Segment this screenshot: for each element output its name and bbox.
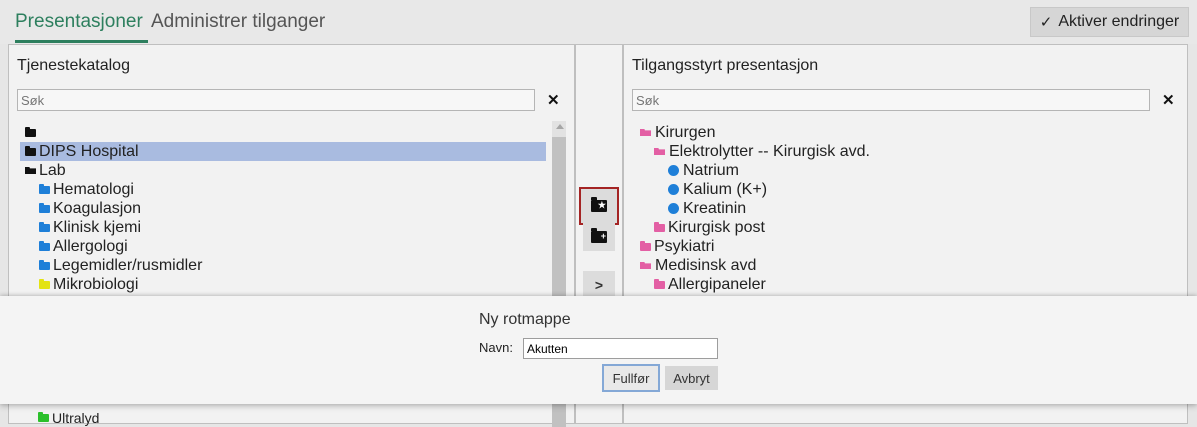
finish-button[interactable]: Fullfør — [602, 364, 660, 392]
access-controlled-search-input[interactable] — [632, 89, 1150, 111]
service-catalog-search-input[interactable] — [17, 89, 535, 111]
dialog-title: Ny rotmappe — [479, 311, 571, 328]
tree-item-root[interactable] — [25, 123, 39, 142]
check-icon: ✓ — [1039, 14, 1053, 31]
folder-icon — [39, 240, 50, 251]
test-dot-icon — [668, 165, 679, 176]
folder-icon — [39, 259, 50, 270]
folder-icon — [25, 145, 36, 156]
clear-search-icon[interactable]: ✕ — [547, 91, 560, 109]
tree-item-hematologi[interactable]: Hematologi — [39, 180, 134, 199]
activate-changes-button[interactable]: ✓ Aktiver endringer — [1030, 7, 1189, 37]
tree-item-legemidler[interactable]: Legemidler/rusmidler — [39, 256, 202, 275]
folder-icon — [39, 183, 50, 194]
tab-administrer-tilganger[interactable]: Administrer tilganger — [151, 11, 325, 33]
tree-item-dips-hospital[interactable]: DIPS Hospital — [20, 142, 546, 161]
folder-icon — [39, 221, 50, 232]
access-controlled-title: Tilgangsstyrt presentasjon — [632, 57, 819, 74]
cancel-button[interactable]: Avbryt — [665, 366, 718, 390]
new-folder-icon: + — [591, 228, 607, 243]
service-catalog-title: Tjenestekatalog — [17, 57, 130, 74]
tree-item-mikrobiologi[interactable]: Mikrobiologi — [39, 275, 138, 294]
tree-item-kreatinin[interactable]: Kreatinin — [668, 199, 746, 218]
tree-item-psykiatri[interactable]: Psykiatri — [640, 237, 714, 256]
folder-icon — [39, 278, 50, 289]
folder-icon — [640, 240, 651, 251]
folder-icon — [39, 202, 50, 213]
tree-item-kirurgen[interactable]: Kirurgen — [640, 123, 715, 142]
folder-open-icon — [640, 262, 651, 269]
tab-presentasjoner[interactable]: Presentasjoner — [15, 11, 148, 43]
name-label: Navn: — [479, 340, 513, 355]
activate-changes-label: Aktiver endringer — [1058, 13, 1180, 30]
tree-item-medisinsk-avd[interactable]: Medisinsk avd — [640, 256, 756, 275]
scroll-up-icon[interactable] — [556, 124, 564, 129]
tree-item-kalium[interactable]: Kalium (K+) — [668, 180, 767, 199]
folder-icon — [25, 126, 36, 137]
tree-item-koagulasjon[interactable]: Koagulasjon — [39, 199, 141, 218]
tree-item-ultralyd[interactable]: Ultralyd — [38, 410, 99, 426]
folder-name-input[interactable] — [523, 338, 718, 359]
folder-open-icon — [654, 148, 665, 155]
new-root-folder-dialog: Ny rotmappe Navn: Fullfør Avbryt — [0, 296, 1197, 404]
test-dot-icon — [668, 184, 679, 195]
tree-item-allergologi[interactable]: Allergologi — [39, 237, 128, 256]
test-dot-icon — [668, 203, 679, 214]
tree-item-kirurgisk-post[interactable]: Kirurgisk post — [654, 218, 765, 237]
tree-item-klinisk-kjemi[interactable]: Klinisk kjemi — [39, 218, 141, 237]
new-root-folder-button[interactable]: ★ — [579, 187, 619, 225]
chevron-right-icon: > — [594, 277, 604, 293]
tree-item-lab[interactable]: Lab — [25, 161, 66, 180]
folder-icon — [654, 221, 665, 232]
tree-item-allergipaneler[interactable]: Allergipaneler — [654, 275, 766, 294]
move-right-button[interactable]: > — [583, 271, 615, 299]
folder-icon — [654, 278, 665, 289]
folder-open-icon — [640, 129, 651, 136]
new-folder-button[interactable]: + — [583, 223, 615, 251]
new-root-folder-icon: ★ — [591, 197, 607, 212]
clear-search-icon[interactable]: ✕ — [1162, 91, 1175, 109]
tree-item-natrium[interactable]: Natrium — [668, 161, 739, 180]
top-bar: Presentasjoner Administrer tilganger ✓ A… — [0, 0, 1197, 44]
tree-item-elektrolytter[interactable]: Elektrolytter -- Kirurgisk avd. — [654, 142, 870, 161]
folder-open-icon — [25, 167, 36, 174]
